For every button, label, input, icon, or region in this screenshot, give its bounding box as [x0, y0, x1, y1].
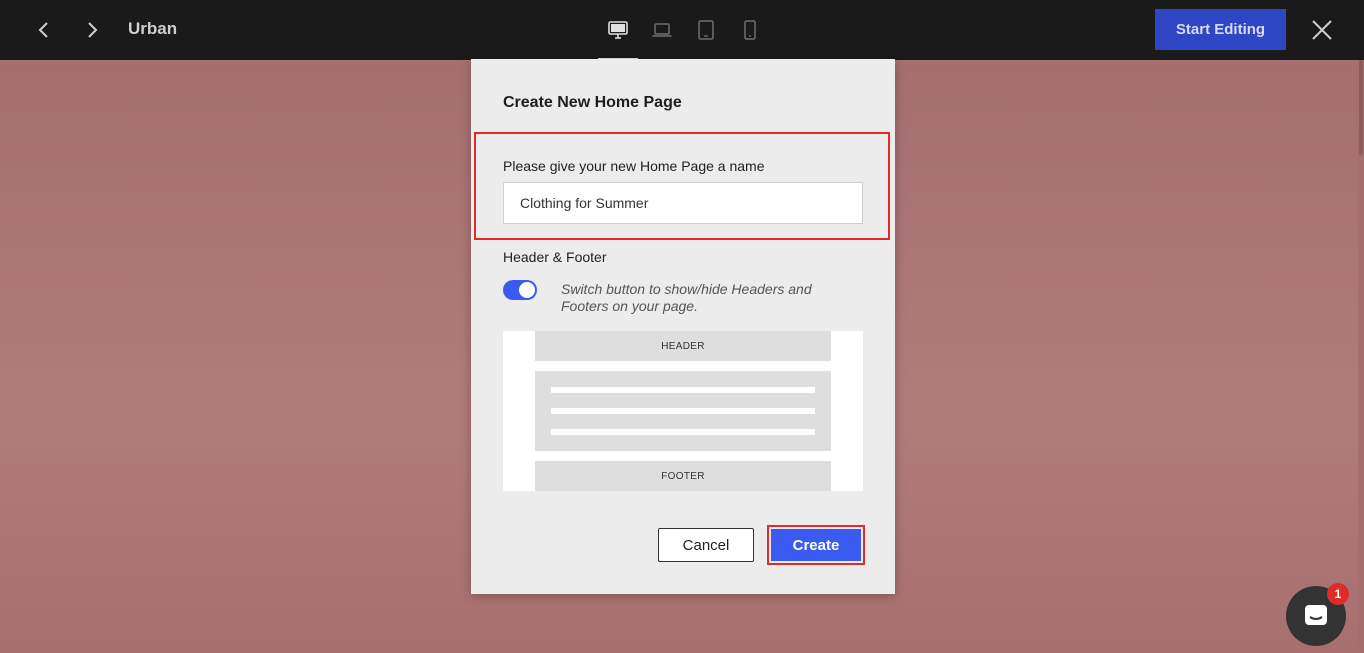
header-footer-label: Header & Footer — [503, 249, 607, 265]
create-button[interactable]: Create — [771, 529, 861, 561]
desktop-icon — [608, 21, 628, 39]
chat-icon — [1305, 605, 1327, 625]
dialog-title: Create New Home Page — [503, 94, 682, 111]
chat-notification-badge: 1 — [1327, 583, 1349, 605]
tablet-icon — [698, 20, 714, 40]
toggle-help-text: Switch button to show/hide Headers and F… — [561, 281, 812, 314]
preview-line — [551, 387, 815, 393]
top-bar: Urban Start Editing — [0, 0, 1364, 60]
layout-preview: HEADER FOOTER — [503, 331, 863, 491]
page-name-input[interactable] — [503, 182, 863, 224]
create-home-page-dialog: Create New Home Page Please give your ne… — [471, 59, 895, 594]
preview-header-block: HEADER — [535, 331, 831, 361]
tablet-view-button[interactable] — [684, 0, 728, 60]
forward-arrow-icon[interactable] — [81, 19, 103, 41]
mobile-icon — [744, 20, 756, 40]
toggle-knob — [519, 282, 535, 298]
desktop-view-button[interactable] — [596, 0, 640, 60]
preview-body-block — [535, 371, 831, 451]
device-switcher — [596, 0, 772, 60]
name-field-label: Please give your new Home Page a name — [503, 158, 765, 174]
laptop-view-button[interactable] — [640, 0, 684, 60]
header-footer-toggle[interactable] — [503, 280, 537, 300]
preview-line — [551, 429, 815, 435]
start-editing-button[interactable]: Start Editing — [1155, 9, 1286, 50]
laptop-icon — [652, 23, 672, 37]
scrollbar-thumb[interactable] — [1359, 60, 1363, 155]
mobile-view-button[interactable] — [728, 0, 772, 60]
site-title: Urban — [128, 19, 178, 38]
preview-line — [551, 408, 815, 414]
cancel-button[interactable]: Cancel — [658, 528, 754, 562]
close-icon[interactable] — [1310, 18, 1334, 42]
back-arrow-icon[interactable] — [33, 19, 55, 41]
preview-footer-block: FOOTER — [535, 461, 831, 491]
